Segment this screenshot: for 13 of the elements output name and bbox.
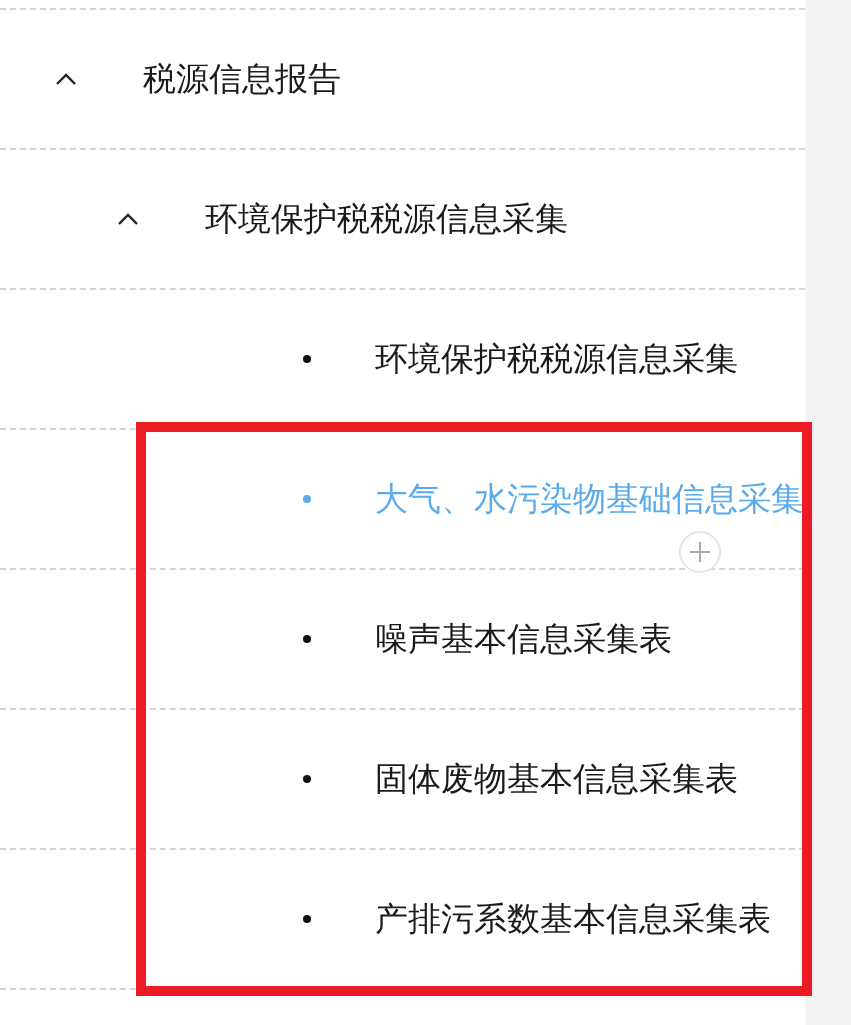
tree-item[interactable]: 税源信息报告 [143, 56, 341, 102]
bullet-icon [303, 355, 311, 363]
chevron-up-icon[interactable] [55, 72, 77, 86]
bullet-icon [303, 635, 311, 643]
tree-item[interactable]: 噪声基本信息采集表 [375, 616, 672, 662]
tree-item[interactable]: 固体废物基本信息采集表 [375, 756, 738, 802]
tree-item[interactable]: 环境保护税税源信息采集 [205, 196, 568, 242]
bullet-icon [303, 775, 311, 783]
tree-item[interactable]: 产排污系数基本信息采集表 [375, 896, 771, 942]
chevron-up-icon[interactable] [117, 212, 139, 226]
bullet-icon [303, 915, 311, 923]
tree-item[interactable]: 环境保护税税源信息采集 [375, 336, 738, 382]
bullet-icon [303, 495, 311, 503]
